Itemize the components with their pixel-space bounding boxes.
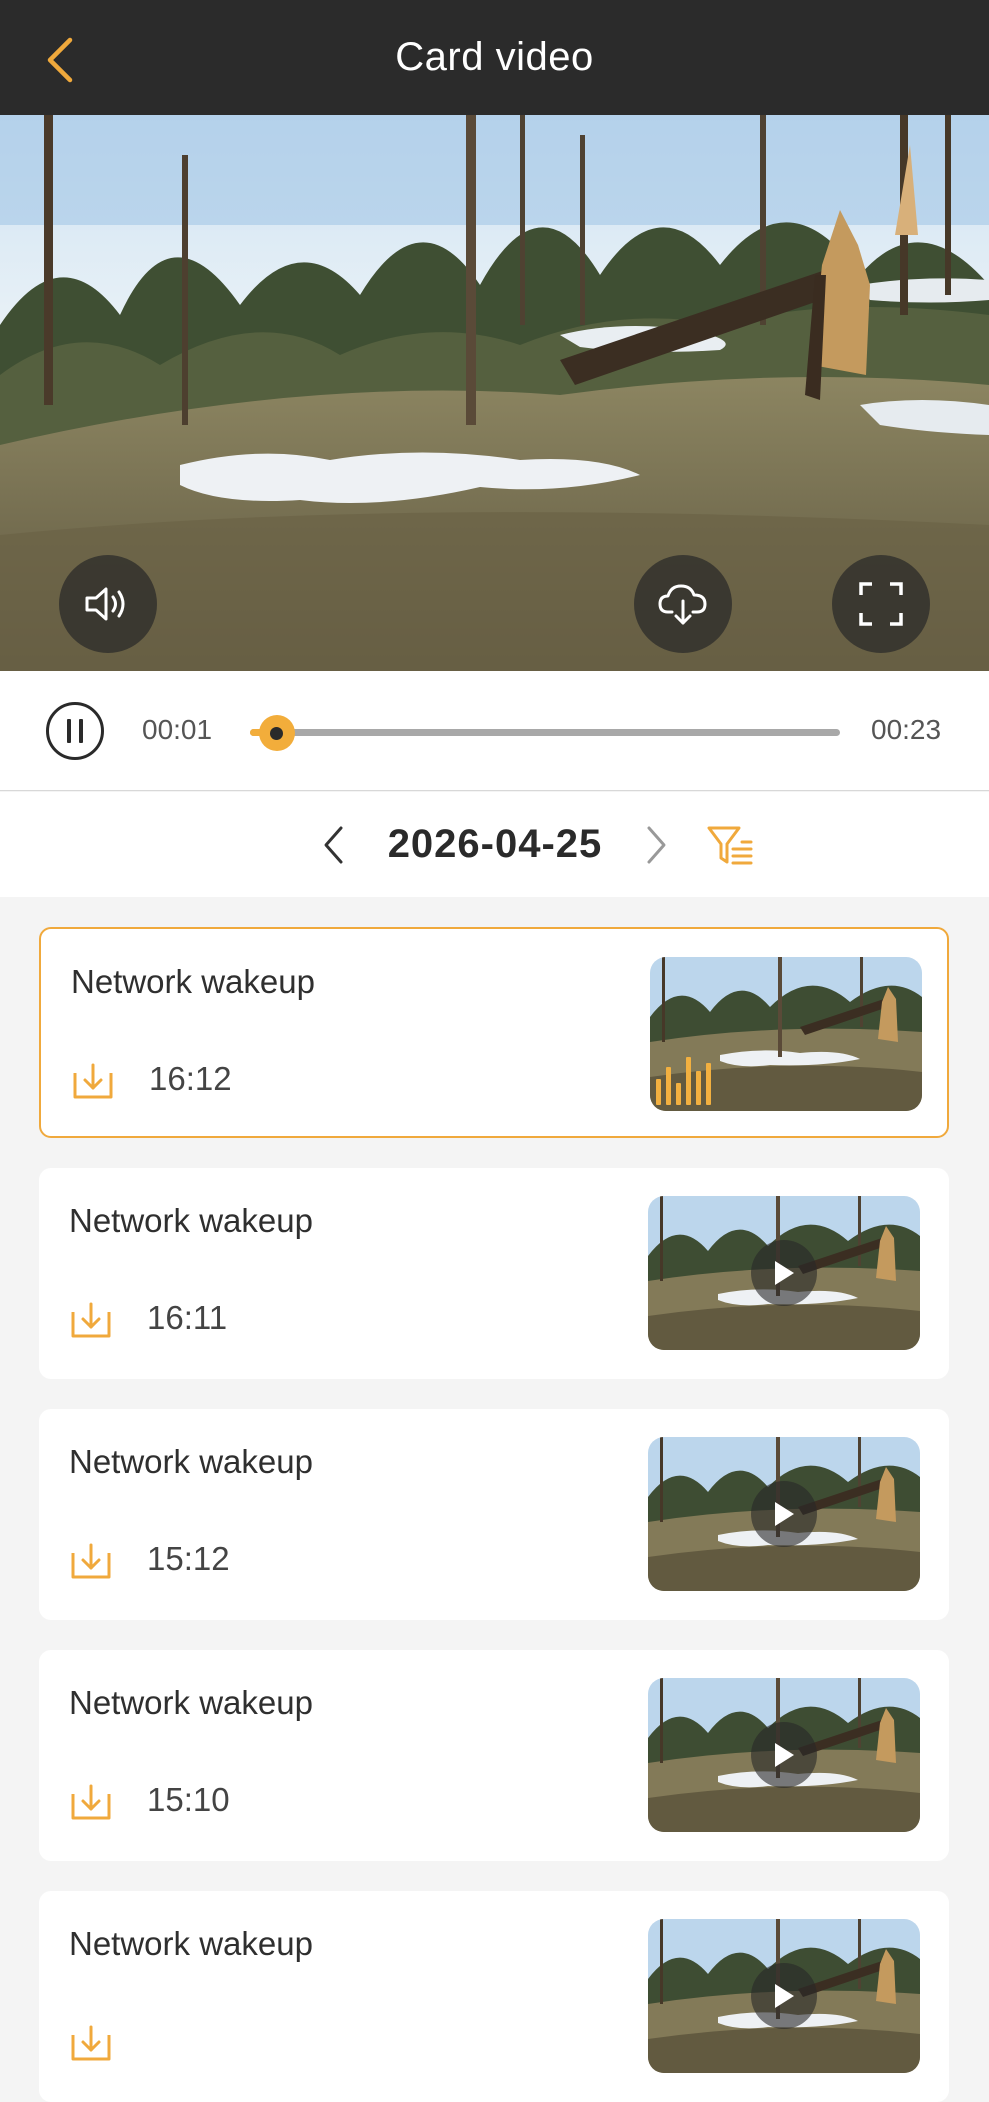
recording-time: 16:11: [147, 1299, 228, 1336]
play-icon: [751, 1481, 817, 1547]
pause-icon-bar: [79, 719, 83, 743]
recording-time: 15:10: [147, 1781, 230, 1818]
download-tray-icon[interactable]: [69, 1539, 113, 1583]
current-date: 2026-04-25: [387, 822, 603, 866]
recording-item[interactable]: Network wakeup 15:12: [39, 1409, 949, 1620]
play-icon: [751, 1963, 817, 2029]
progress-thumb[interactable]: [258, 715, 295, 751]
recording-item[interactable]: Network wakeup 16:11: [39, 1168, 949, 1379]
video-player[interactable]: [0, 115, 989, 671]
sound-button[interactable]: [59, 555, 157, 653]
duration-time: 00:23: [871, 714, 942, 745]
playing-indicator-icon: [656, 1057, 711, 1105]
chevron-left-icon: [47, 37, 73, 83]
chevron-right-icon: [647, 826, 666, 864]
recording-time: 16:12: [149, 1060, 232, 1097]
filter-list-icon: [707, 826, 753, 865]
fullscreen-icon: [859, 582, 903, 626]
recording-title: Network wakeup: [69, 1684, 313, 1721]
play-icon: [751, 1722, 817, 1788]
recording-thumbnail[interactable]: [648, 1678, 920, 1832]
download-tray-icon[interactable]: [69, 2021, 113, 2065]
page-title: Card video: [395, 35, 594, 79]
recording-title: Network wakeup: [69, 1925, 313, 1962]
progress-track[interactable]: [250, 729, 840, 736]
fullscreen-button[interactable]: [832, 555, 930, 653]
recording-title: Network wakeup: [69, 1202, 313, 1239]
recording-thumbnail[interactable]: [648, 1919, 920, 2073]
cloud-download-icon: [658, 584, 707, 625]
current-time: 00:01: [142, 714, 213, 745]
cloud-download-button[interactable]: [634, 555, 732, 653]
recording-item[interactable]: Network wakeup 15:10: [39, 1650, 949, 1861]
top-bar: Card video: [0, 0, 989, 115]
recording-title: Network wakeup: [69, 1443, 313, 1480]
play-icon: [751, 1240, 817, 1306]
download-tray-icon[interactable]: [69, 1780, 113, 1824]
download-tray-icon[interactable]: [71, 1059, 115, 1103]
pause-button[interactable]: [46, 702, 104, 760]
chevron-left-icon: [324, 826, 343, 864]
recording-thumbnail[interactable]: [648, 1437, 920, 1591]
download-tray-icon[interactable]: [69, 1298, 113, 1342]
recording-item[interactable]: Network wakeup 16:12: [39, 927, 949, 1138]
recording-thumbnail[interactable]: [650, 957, 922, 1111]
recording-item[interactable]: Network wakeup: [39, 1891, 949, 2102]
filter-button[interactable]: [700, 816, 760, 876]
recording-time: 15:12: [147, 1540, 230, 1577]
back-button[interactable]: [30, 30, 90, 90]
recording-title: Network wakeup: [71, 963, 315, 1000]
prev-date-button[interactable]: [310, 815, 356, 875]
speaker-icon: [85, 587, 125, 621]
pause-icon-bar: [67, 719, 71, 743]
recording-thumbnail[interactable]: [648, 1196, 920, 1350]
next-date-button[interactable]: [634, 815, 680, 875]
